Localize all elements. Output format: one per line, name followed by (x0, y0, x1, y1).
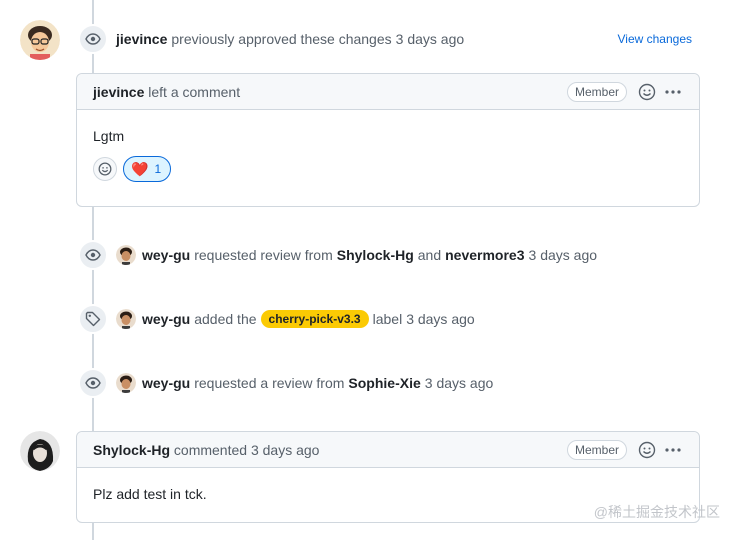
event-time[interactable]: 3 days ago (529, 247, 598, 263)
review-request-event: wey-gu requested review from Shylock-Hg … (78, 239, 597, 271)
smiley-icon (98, 162, 112, 176)
member-badge: Member (566, 439, 627, 460)
event-user[interactable]: wey-gu (142, 247, 190, 263)
event-text-post: label (372, 311, 403, 327)
kebab-icon (665, 447, 681, 452)
eye-icon (78, 240, 108, 270)
view-changes-link[interactable]: View changes (618, 32, 693, 46)
reactions-bar: ❤️ 1 (77, 156, 699, 198)
comment-action: left a comment (148, 83, 241, 100)
comment-action: commented (173, 441, 248, 458)
eye-icon (78, 24, 108, 54)
approval-time[interactable]: 3 days ago (396, 31, 465, 47)
reviewer-1[interactable]: Shylock-Hg (337, 247, 414, 263)
approval-event: jievince previously approved these chang… (78, 23, 464, 55)
comment-time[interactable]: 3 days ago (251, 442, 320, 458)
heart-icon: ❤️ (131, 160, 149, 177)
reaction-count: 1 (154, 162, 162, 176)
watermark: @稀土掘金技术社区 (593, 504, 720, 520)
reviewer-2[interactable]: nevermore3 (445, 247, 524, 263)
approval-text: previously approved these changes (171, 31, 392, 47)
comment-jievince: jievince left a comment Member Lgtm ❤️ 1 (76, 73, 700, 207)
heart-reaction[interactable]: ❤️ 1 (123, 156, 172, 182)
event-time[interactable]: 3 days ago (406, 311, 475, 327)
tag-icon (78, 304, 108, 334)
member-badge: Member (566, 81, 627, 102)
avatar-wey-gu[interactable] (116, 245, 136, 265)
label-event: wey-gu added the cherry-pick-v3.3 label … (78, 303, 475, 335)
kebab-icon (665, 89, 681, 94)
event-and: and (417, 247, 442, 263)
add-reaction-small-button[interactable] (93, 157, 117, 181)
comment-header: Shylock-Hg commented 3 days ago Member (77, 432, 699, 468)
eye-icon (78, 368, 108, 398)
comment-author[interactable]: Shylock-Hg (93, 442, 170, 458)
event-user[interactable]: wey-gu (142, 375, 190, 391)
approval-user[interactable]: jievince (116, 31, 167, 47)
comment-author[interactable]: jievince (93, 84, 144, 100)
review-request-event: wey-gu requested a review from Sophie-Xi… (78, 367, 493, 399)
event-time[interactable]: 3 days ago (425, 375, 494, 391)
event-text: added the (194, 311, 257, 327)
comment-body: Lgtm (93, 128, 125, 144)
avatar-shylock-hg[interactable] (20, 431, 60, 471)
add-reaction-button[interactable] (637, 82, 657, 102)
event-text: requested a review from (194, 375, 345, 391)
avatar-jievince[interactable] (20, 20, 60, 60)
reviewer-1[interactable]: Sophie-Xie (348, 375, 420, 391)
kebab-menu-button[interactable] (663, 82, 683, 102)
event-user[interactable]: wey-gu (142, 311, 190, 327)
avatar-wey-gu[interactable] (116, 309, 136, 329)
add-reaction-button[interactable] (637, 440, 657, 460)
smiley-icon (638, 83, 656, 100)
comment-header: jievince left a comment Member (77, 74, 699, 110)
smiley-icon (638, 441, 656, 458)
label-cherry-pick[interactable]: cherry-pick-v3.3 (260, 310, 369, 328)
avatar-wey-gu[interactable] (116, 373, 136, 393)
event-text: requested review from (194, 247, 333, 263)
kebab-menu-button[interactable] (663, 440, 683, 460)
